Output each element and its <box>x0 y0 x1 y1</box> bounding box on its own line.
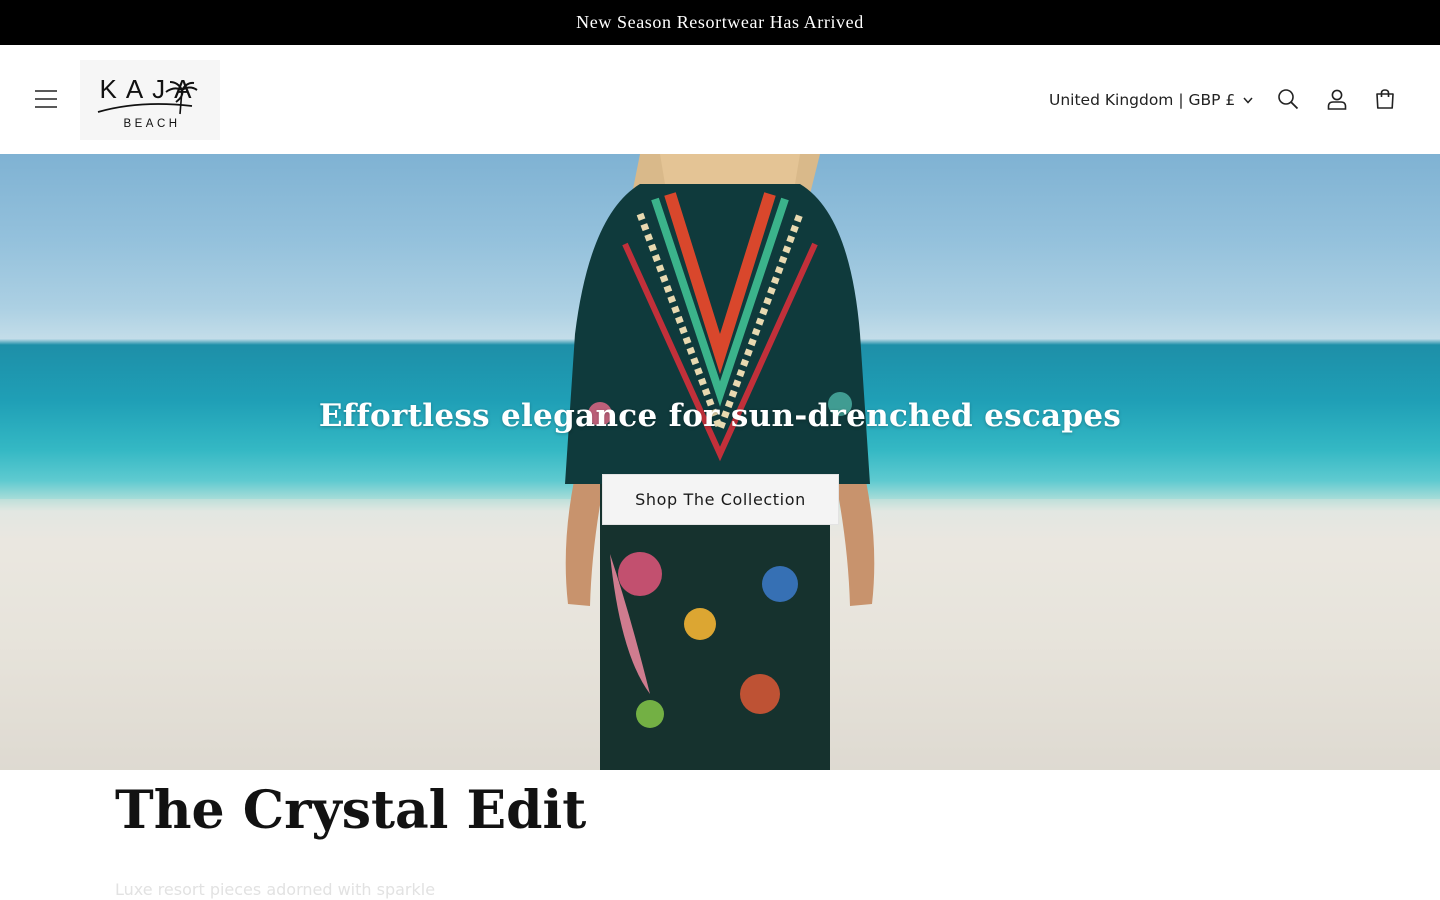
cart-icon <box>1376 89 1394 109</box>
country-label: United Kingdom | GBP £ <box>1049 91 1236 109</box>
collection-subtitle: Luxe resort pieces adorned with sparkle <box>115 880 436 899</box>
search-button[interactable] <box>1266 77 1310 121</box>
hero-title: Effortless elegance for sun-drenched esc… <box>318 398 1122 434</box>
menu-button[interactable] <box>22 75 70 123</box>
logo[interactable]: KAJA BEACH <box>80 60 220 140</box>
chevron-down-icon <box>1243 97 1253 104</box>
country-selector[interactable]: United Kingdom | GBP £ <box>1043 83 1259 117</box>
account-button[interactable] <box>1315 77 1359 121</box>
account-icon <box>1327 89 1347 110</box>
logo-subtitle: BEACH <box>123 118 180 130</box>
hero-banner: Effortless elegance for sun-drenched esc… <box>0 154 1440 770</box>
shop-collection-button[interactable]: Shop The Collection <box>602 474 839 525</box>
hero-image <box>0 154 1440 770</box>
announcement-bar: New Season Resortwear Has Arrived <box>0 0 1440 45</box>
site-header: KAJA BEACH United Kingdom | GBP £ <box>0 45 1440 154</box>
search-icon <box>1278 89 1299 110</box>
collection-title: The Crystal Edit <box>115 780 587 841</box>
menu-icon <box>35 90 57 108</box>
announcement-text: New Season Resortwear Has Arrived <box>576 12 864 32</box>
cart-button[interactable] <box>1363 77 1407 121</box>
